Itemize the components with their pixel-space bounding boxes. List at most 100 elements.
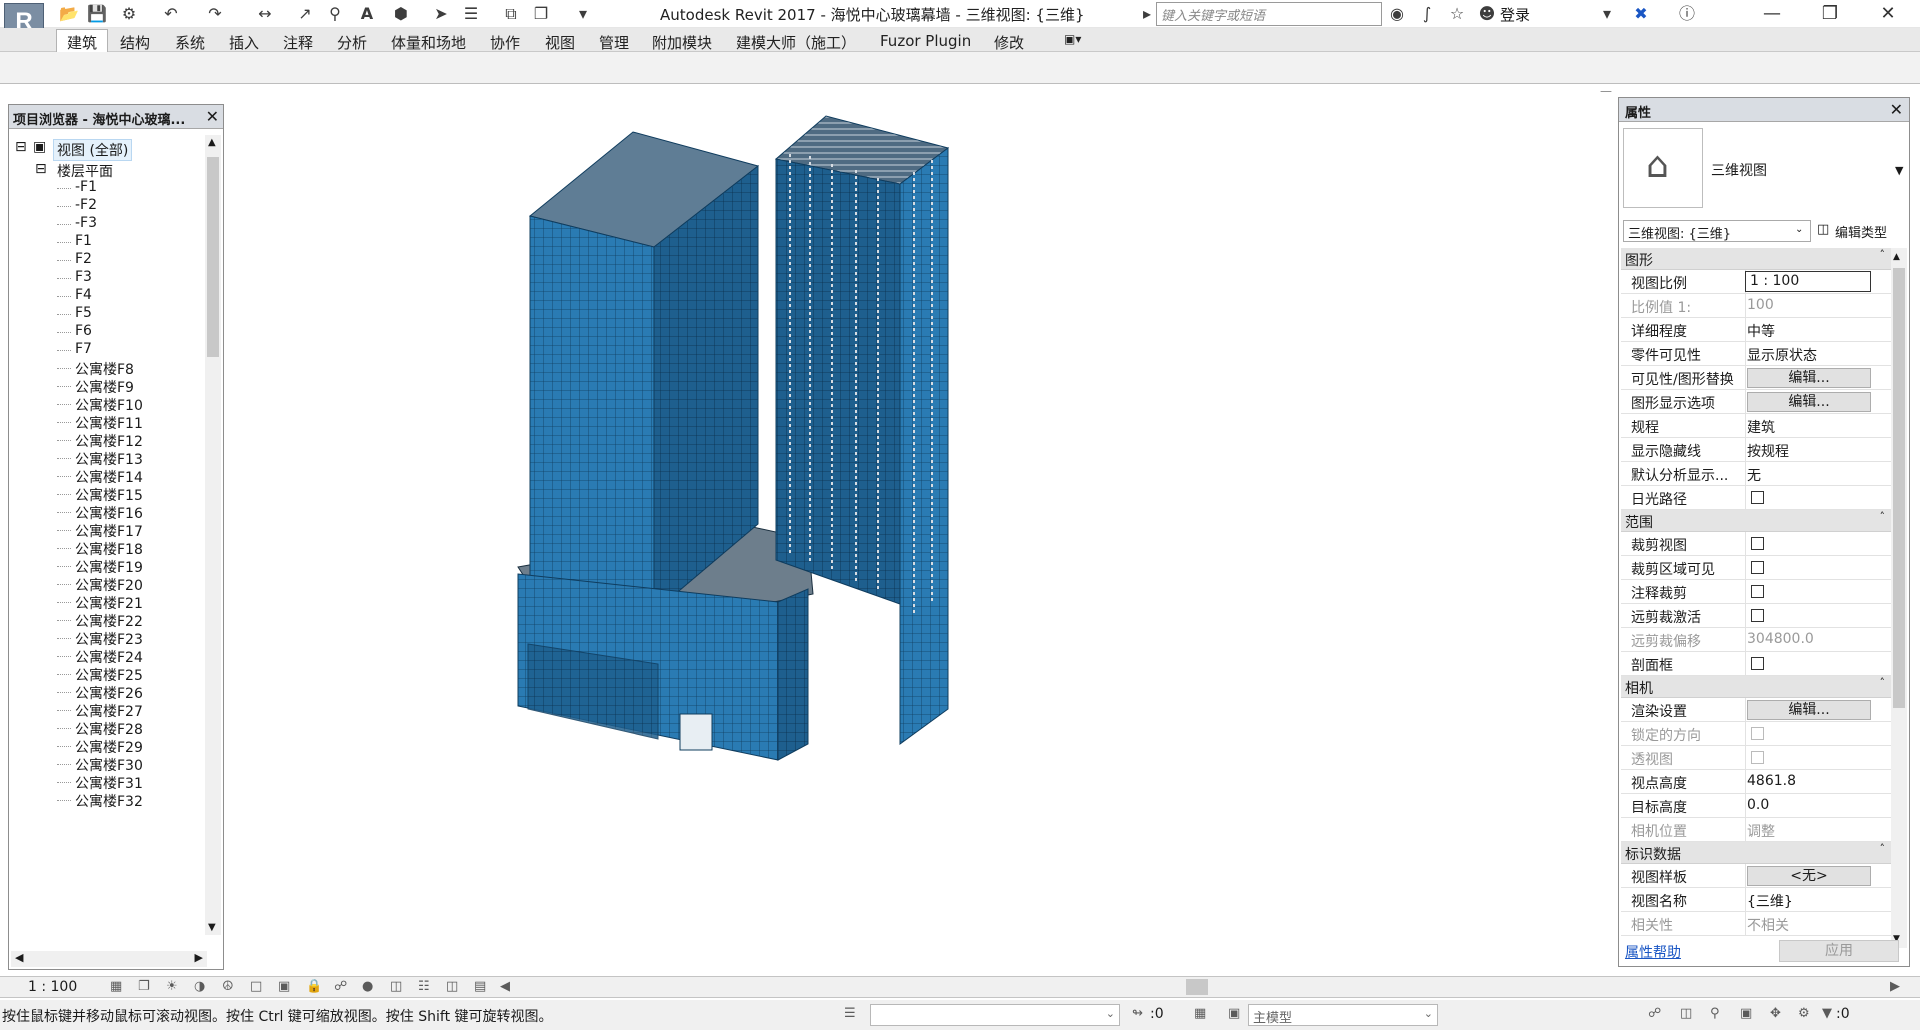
scroll-down-icon[interactable]: ▼ [208, 922, 216, 933]
prop-value[interactable]: 无 [1747, 465, 1761, 485]
viewport-restore-icon[interactable]: — [1600, 84, 1612, 98]
align-dimension-icon[interactable]: ↗ [294, 4, 316, 24]
select-links-icon[interactable]: ☍ [1648, 1006, 1661, 1021]
reveal-constraints-icon[interactable]: ▤ [474, 979, 486, 994]
open-icon[interactable]: 📂 [58, 4, 80, 24]
editing-requests-icon[interactable]: ↬ [1132, 1006, 1143, 1021]
tree-item-floor-plan[interactable]: F4 [75, 287, 92, 303]
search-input[interactable]: 键入关键字或短语 [1156, 2, 1382, 26]
tab-addins[interactable]: 附加模块 [652, 32, 712, 53]
detail-level-icon[interactable]: ▦ [110, 979, 122, 994]
prop-value[interactable]: 按规程 [1747, 441, 1789, 461]
tab-structure[interactable]: 结构 [120, 32, 150, 53]
tree-root-views[interactable]: 视图 (全部) [53, 139, 133, 161]
edit-type-button[interactable]: 编辑类型 [1835, 222, 1887, 241]
section-camera[interactable]: 相机 ˄ [1621, 676, 1891, 698]
background-processes-icon[interactable]: ⚙ [1798, 1006, 1810, 1021]
maximize-button[interactable]: ❐ [1810, 2, 1850, 26]
tree-item-floor-plan[interactable]: 公寓楼F26 [75, 683, 143, 703]
tab-insert[interactable]: 插入 [229, 32, 259, 53]
scroll-right-icon[interactable]: ▶ [195, 951, 203, 964]
tag-icon[interactable]: ⚲ [324, 4, 346, 24]
tree-item-floor-plan[interactable]: 公寓楼F23 [75, 629, 143, 649]
tab-view[interactable]: 视图 [545, 32, 575, 53]
binoculars-icon[interactable]: ◉ [1386, 4, 1408, 24]
tree-item-floor-plan[interactable]: 公寓楼F20 [75, 575, 143, 595]
show-crop-icon[interactable]: ▣ [278, 979, 290, 994]
lock-3d-view-icon[interactable]: 🔒 [306, 979, 322, 994]
expand-arrow-icon[interactable]: ▸ [1136, 4, 1158, 24]
type-dropdown-icon[interactable]: ▼ [1895, 164, 1903, 177]
close-icon[interactable]: ✕ [1890, 100, 1903, 119]
browser-horizontal-scrollbar[interactable]: ◀ ▶ [11, 951, 207, 967]
worksets-icon[interactable]: ☰ [844, 1006, 856, 1021]
tree-item-floor-plan[interactable]: 公寓楼F13 [75, 449, 143, 469]
ribbon-minimize-icon[interactable]: ▣▾ [1064, 32, 1081, 46]
minimize-button[interactable]: — [1752, 2, 1792, 26]
reveal-hidden-icon[interactable]: ● [362, 979, 373, 994]
tree-item-floor-plan[interactable]: 公寓楼F16 [75, 503, 143, 523]
help-icon[interactable]: ⓘ [1676, 4, 1698, 24]
tree-item-floor-plan[interactable]: -F2 [75, 197, 97, 213]
prop-value[interactable]: 建筑 [1747, 417, 1775, 437]
scrollbar-thumb[interactable] [207, 157, 219, 357]
undo-icon[interactable]: ↶ [160, 4, 182, 24]
tree-item-floor-plan[interactable]: F5 [75, 305, 92, 321]
browser-vertical-scrollbar[interactable]: ▲ ▼ [205, 135, 221, 935]
chevron-down-icon[interactable]: ⌄ [1106, 1007, 1115, 1020]
edit-button[interactable]: 编辑... [1747, 368, 1871, 388]
design-options-icon[interactable]: ▦ [1194, 1006, 1206, 1021]
checkbox[interactable] [1751, 561, 1764, 574]
tab-massing-site[interactable]: 体量和场地 [391, 32, 466, 53]
drag-elements-icon[interactable]: ✥ [1770, 1006, 1781, 1021]
view-scale-control[interactable]: 1 : 100 [28, 979, 77, 995]
section-graphics[interactable]: 图形 ˄ [1621, 248, 1891, 270]
collapse-icon[interactable]: ˄ [1880, 248, 1886, 261]
shadows-icon[interactable]: ◑ [194, 979, 205, 994]
tree-item-floor-plan[interactable]: 公寓楼F22 [75, 611, 143, 631]
tree-item-floor-plan[interactable]: -F1 [75, 179, 97, 195]
login-button[interactable]: 登录 [1500, 4, 1530, 25]
tree-item-floor-plan[interactable]: 公寓楼F25 [75, 665, 143, 685]
tree-item-floor-plan[interactable]: 公寓楼F29 [75, 737, 143, 757]
tree-item-floor-plan[interactable]: 公寓楼F24 [75, 647, 143, 667]
scrollbar-thumb[interactable] [1893, 268, 1905, 708]
crop-view-icon[interactable]: □ [250, 979, 262, 994]
save-icon[interactable]: 💾 [86, 4, 108, 24]
tree-item-floor-plan[interactable]: 公寓楼F32 [75, 791, 143, 811]
switch-windows-icon[interactable]: ❐ [530, 4, 552, 24]
tree-item-floor-plan[interactable]: F7 [75, 341, 92, 357]
tree-item-floor-plan[interactable]: F2 [75, 251, 92, 267]
tab-annotate[interactable]: 注释 [283, 32, 313, 53]
tree-item-floor-plan[interactable]: 公寓楼F17 [75, 521, 143, 541]
checkbox[interactable] [1751, 609, 1764, 622]
tab-modify[interactable]: 修改 [994, 32, 1024, 53]
rendering-icon[interactable]: ☮ [222, 979, 234, 994]
thin-lines-icon[interactable]: ☰ [460, 4, 482, 24]
apply-button[interactable]: 应用 [1779, 940, 1899, 962]
properties-help-link[interactable]: 属性帮助 [1625, 942, 1681, 962]
3d-viewport[interactable]: — [228, 84, 1612, 974]
tab-manage[interactable]: 管理 [599, 32, 629, 53]
scroll-up-icon[interactable]: ▲ [1893, 252, 1905, 262]
scroll-left-icon[interactable]: ◀ [15, 951, 23, 964]
tree-item-floor-plan[interactable]: 公寓楼F14 [75, 467, 143, 487]
checkbox[interactable] [1751, 491, 1764, 504]
tree-item-floor-plan[interactable]: -F3 [75, 215, 97, 231]
tree-item-floor-plan[interactable]: F6 [75, 323, 92, 339]
collapse-arrow-icon[interactable]: ◀ [500, 979, 510, 994]
checkbox[interactable] [1751, 585, 1764, 598]
prop-value[interactable]: 中等 [1747, 321, 1775, 341]
highlight-displacement-icon[interactable]: ◫ [446, 979, 458, 994]
edit-type-icon[interactable]: ◫ [1817, 222, 1829, 237]
properties-scrollbar[interactable]: ▲ ▼ [1891, 248, 1907, 948]
filter-icon[interactable]: ▼ [1822, 1006, 1832, 1021]
tree-item-floor-plan[interactable]: 公寓楼F28 [75, 719, 143, 739]
measure-icon[interactable]: ↔ [254, 4, 276, 24]
collapse-icon[interactable]: ˄ [1880, 676, 1886, 689]
visual-style-icon[interactable]: ❐ [138, 979, 150, 994]
select-pinned-icon[interactable]: ⚲ [1710, 1006, 1720, 1021]
section-icon[interactable]: ➤ [430, 4, 452, 24]
section-extents[interactable]: 范围 ˄ [1621, 510, 1891, 532]
instance-type-selector[interactable]: 三维视图: {三维} [1623, 220, 1811, 242]
